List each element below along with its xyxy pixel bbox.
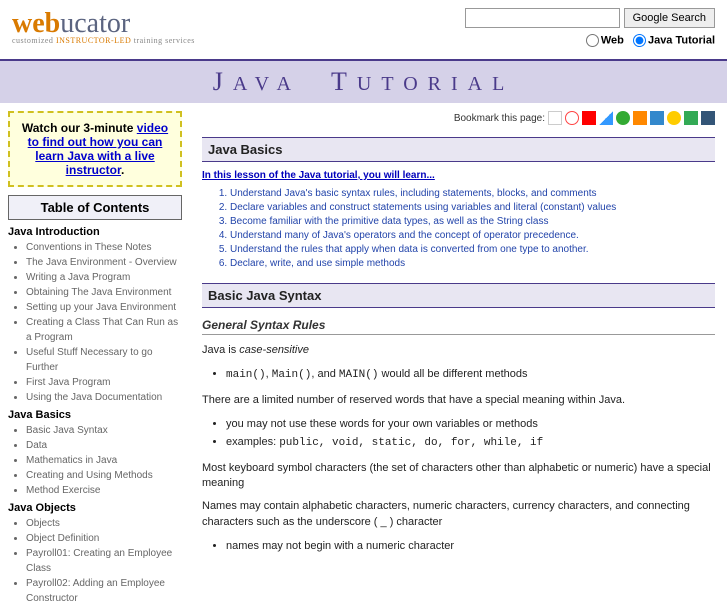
p-symbols: Most keyboard symbol characters (the set… xyxy=(202,461,715,492)
toc-list: Conventions in These NotesThe Java Envir… xyxy=(26,240,182,405)
list-item: examples: public, void, static, do, for,… xyxy=(226,434,715,453)
toc-item[interactable]: Writing a Java Program xyxy=(26,270,182,285)
toc-item[interactable]: Method Exercise xyxy=(26,483,182,498)
toc-item[interactable]: Basic Java Syntax xyxy=(26,423,182,438)
toc-item[interactable]: Payroll02: Adding an Employee Constructo… xyxy=(26,576,182,606)
toc-body: Java Introduction Conventions in These No… xyxy=(8,226,182,606)
magnolia-icon[interactable] xyxy=(667,111,681,125)
p-case-sensitive: Java is case-sensitive xyxy=(202,343,715,358)
bookmark-row: Bookmark this page: xyxy=(202,111,715,125)
radio-tutorial[interactable] xyxy=(633,34,646,47)
title-bar: JAVA TUTORIAL xyxy=(0,59,727,103)
toc-item[interactable]: Setting up your Java Environment xyxy=(26,300,182,315)
toc-section-title: Java Introduction xyxy=(8,226,182,238)
toc-item[interactable]: Mathematics in Java xyxy=(26,453,182,468)
furl-icon[interactable] xyxy=(650,111,664,125)
digg-icon[interactable] xyxy=(548,111,562,125)
header: webucator customized INSTRUCTOR-LED trai… xyxy=(0,0,727,51)
toc-item[interactable]: Data xyxy=(26,438,182,453)
list-reserved: you may not use these words for your own… xyxy=(226,416,715,452)
delicious-icon[interactable] xyxy=(599,111,613,125)
logo-ucator: ucator xyxy=(60,8,130,39)
list-item: you may not use these words for your own… xyxy=(226,416,715,434)
toc-item[interactable]: Creating a Class That Can Run as a Progr… xyxy=(26,315,182,345)
reddit-icon[interactable] xyxy=(565,111,579,125)
sub-general-rules: General Syntax Rules xyxy=(202,318,715,335)
newsvine-icon[interactable] xyxy=(701,111,715,125)
toc-section-title: Java Basics xyxy=(8,409,182,421)
spurl-icon[interactable] xyxy=(633,111,647,125)
objective-item: Understand the rules that apply when dat… xyxy=(230,243,715,257)
radio-tutorial-label: Java Tutorial xyxy=(648,34,715,46)
main: Watch our 3-minute video to find out how… xyxy=(0,103,727,614)
p-reserved-words: There are a limited number of reserved w… xyxy=(202,393,715,408)
logo: webucator customized INSTRUCTOR-LED trai… xyxy=(12,8,195,45)
section-java-basics: Java Basics xyxy=(202,137,715,162)
toc-section-title: Java Objects xyxy=(8,502,182,514)
toc-item[interactable]: Conventions in These Notes xyxy=(26,240,182,255)
radio-web-label: Web xyxy=(601,34,624,46)
toc-header: Table of Contents xyxy=(8,195,182,220)
toc-item[interactable]: Creating and Using Methods xyxy=(26,468,182,483)
p-names: Names may contain alphabetic characters,… xyxy=(202,499,715,530)
toc-item[interactable]: The Java Environment - Overview xyxy=(26,255,182,270)
search-button[interactable]: Google Search xyxy=(624,8,715,28)
toc-item[interactable]: Using the Java Documentation xyxy=(26,390,182,405)
toc-item[interactable]: First Java Program xyxy=(26,375,182,390)
promo-box: Watch our 3-minute video to find out how… xyxy=(8,111,182,187)
objective-item: Understand Java's basic syntax rules, in… xyxy=(230,187,715,201)
list-item: main(), Main(), and MAIN() would all be … xyxy=(226,366,715,385)
search-input[interactable] xyxy=(465,8,620,28)
radio-web[interactable] xyxy=(586,34,599,47)
technorati-icon[interactable] xyxy=(684,111,698,125)
toc-item[interactable]: Payroll01: Creating an Employee Class xyxy=(26,546,182,576)
sidebar: Watch our 3-minute video to find out how… xyxy=(0,103,190,614)
search-area: Google Search Web Java Tutorial xyxy=(465,8,715,47)
objective-item: Declare, write, and use simple methods xyxy=(230,257,715,271)
objectives-list: Understand Java's basic syntax rules, in… xyxy=(230,187,715,271)
objective-item: Become familiar with the primitive data … xyxy=(230,215,715,229)
content: Bookmark this page: Java Basics In this … xyxy=(190,103,727,614)
section-basic-syntax: Basic Java Syntax xyxy=(202,283,715,308)
stumbleupon-icon[interactable] xyxy=(616,111,630,125)
toc-item[interactable]: Object Definition xyxy=(26,531,182,546)
toc-list: ObjectsObject DefinitionPayroll01: Creat… xyxy=(26,516,182,606)
list-main-example: main(), Main(), and MAIN() would all be … xyxy=(226,366,715,385)
logo-web: web xyxy=(12,8,60,39)
bookmark-label: Bookmark this page: xyxy=(454,113,545,124)
lesson-intro[interactable]: In this lesson of the Java tutorial, you… xyxy=(202,170,715,181)
page-title: JAVA TUTORIAL xyxy=(0,67,727,97)
list-item: names may not begin with a numeric chara… xyxy=(226,538,715,556)
toc-list: Basic Java SyntaxDataMathematics in Java… xyxy=(26,423,182,498)
logo-tagline: customized INSTRUCTOR-LED training servi… xyxy=(12,36,195,45)
list-names: names may not begin with a numeric chara… xyxy=(226,538,715,556)
yahoo-icon[interactable] xyxy=(582,111,596,125)
objective-item: Declare variables and construct statemen… xyxy=(230,201,715,215)
toc-item[interactable]: Objects xyxy=(26,516,182,531)
objective-item: Understand many of Java's operators and … xyxy=(230,229,715,243)
toc-item[interactable]: Obtaining The Java Environment xyxy=(26,285,182,300)
toc-item[interactable]: Useful Stuff Necessary to go Further xyxy=(26,345,182,375)
